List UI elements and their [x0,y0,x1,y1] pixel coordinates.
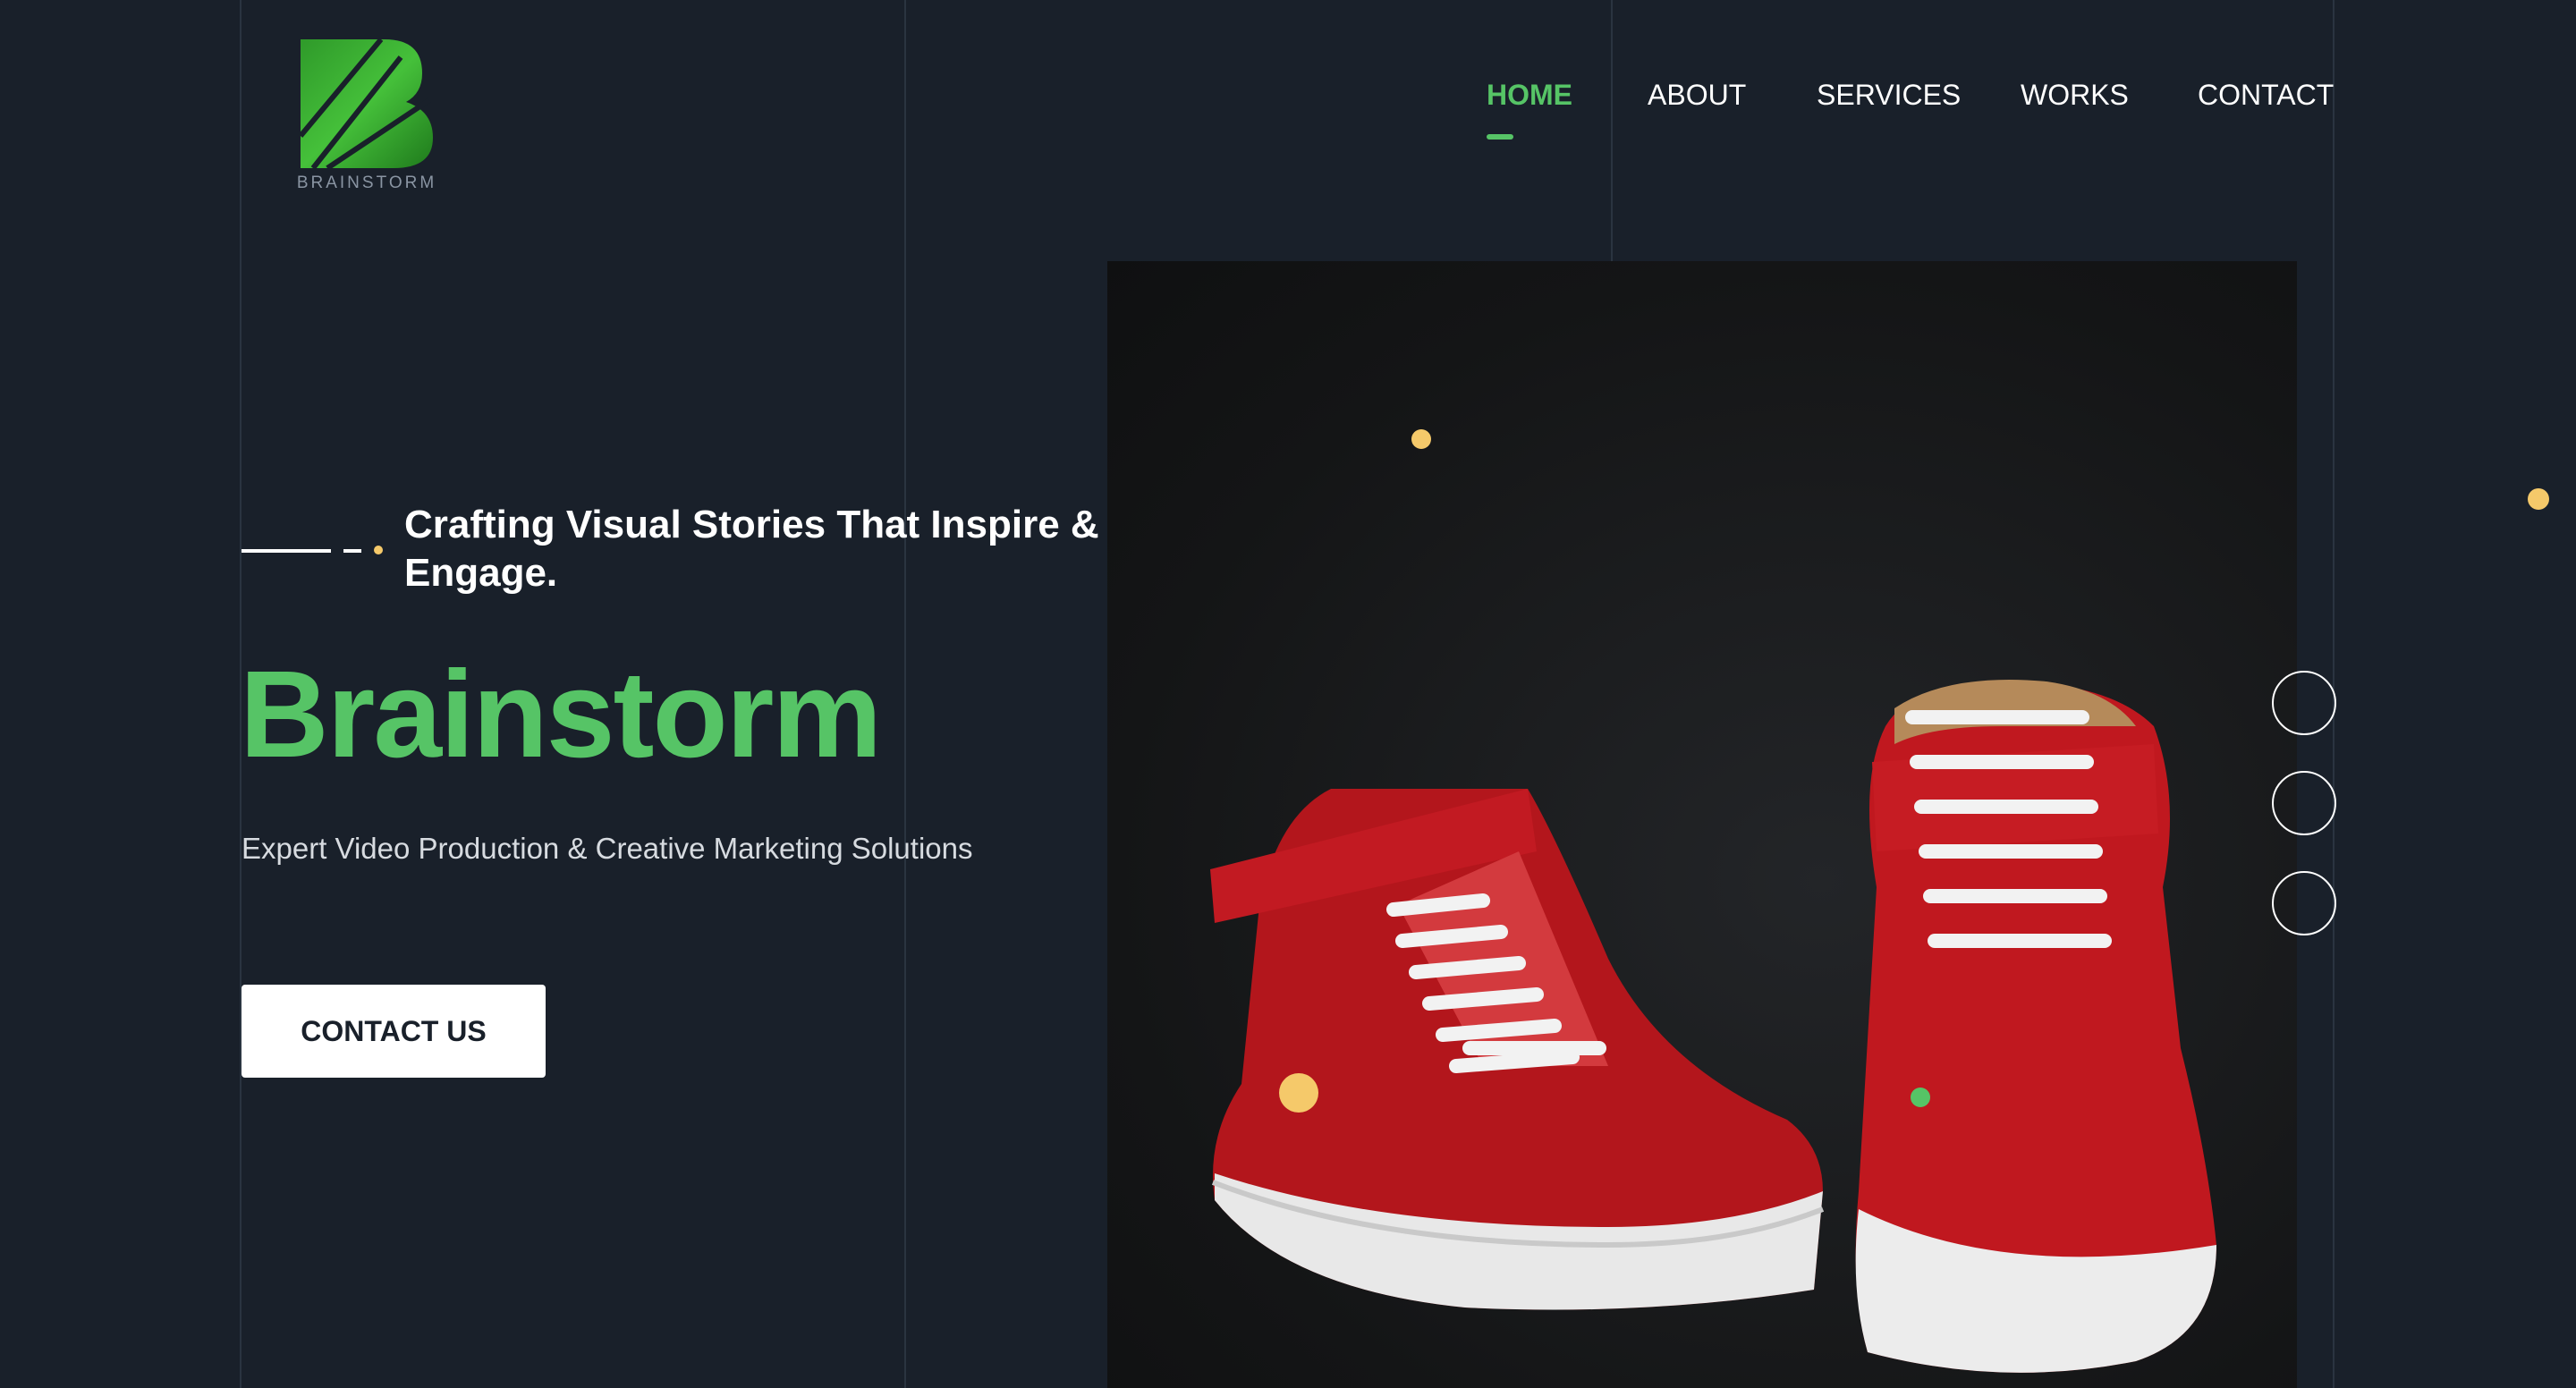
slider-dot-2[interactable] [2272,771,2336,835]
image-yellow-dot-1 [1411,429,1431,449]
brand-logo[interactable]: BRAINSTORM [295,38,438,199]
nav-services[interactable]: SERVICES [1817,79,1961,112]
guide-line-2 [904,0,906,1388]
tagline-dash-short [343,549,361,553]
nav-active-indicator [1487,134,1513,140]
slider-dot-3[interactable] [2272,871,2336,935]
logo-text: BRAINSTORM [296,174,437,192]
floating-yellow-dot [2528,488,2549,510]
nav-contact[interactable]: CONTACT [2198,79,2334,112]
logo-b-icon [298,38,433,171]
red-sneakers-icon [1210,680,2216,1373]
contact-us-button[interactable]: CONTACT US [242,985,546,1078]
nav-works[interactable]: WORKS [2021,79,2129,112]
hero-subtitle: Expert Video Production & Creative Marke… [242,832,973,865]
hero-brand-title: Brainstorm [240,646,882,783]
image-green-dot [1911,1088,1930,1107]
hero-tagline: Crafting Visual Stories That Inspire & E… [404,503,1099,595]
hero-image [1107,261,2297,1388]
slider-dot-1[interactable] [2272,671,2336,735]
guide-line-3 [1611,0,1613,261]
tagline-dot [374,546,383,554]
tagline-dash-long [242,549,331,553]
nav-home[interactable]: HOME [1487,79,1572,112]
nav-about[interactable]: ABOUT [1648,79,1746,112]
image-yellow-dot-2 [1279,1073,1318,1113]
